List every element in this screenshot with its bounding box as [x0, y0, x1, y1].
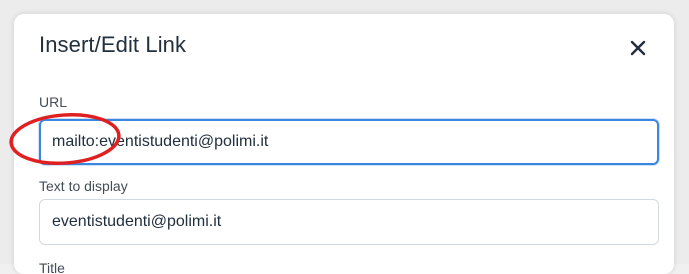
url-label: URL — [39, 94, 68, 110]
insert-edit-link-dialog: Insert/Edit Link URL Text to display Tit… — [14, 14, 674, 274]
close-icon — [630, 40, 646, 56]
dialog-title: Insert/Edit Link — [39, 32, 187, 57]
text-to-display-input[interactable] — [39, 199, 659, 245]
title-label: Title — [39, 260, 65, 274]
url-input[interactable] — [39, 119, 659, 165]
dialog-header: Insert/Edit Link — [14, 14, 674, 86]
text-to-display-label: Text to display — [39, 178, 128, 194]
close-button[interactable] — [624, 34, 652, 62]
